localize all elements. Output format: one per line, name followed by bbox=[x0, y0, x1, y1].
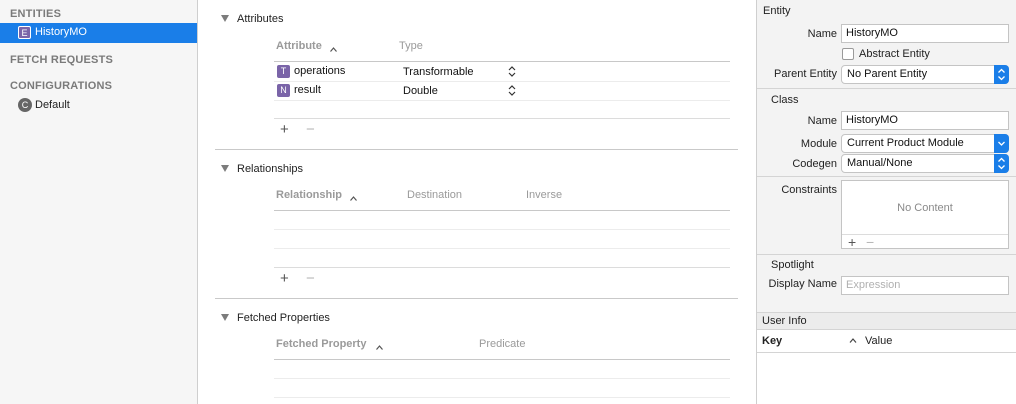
class-name-field[interactable]: HistoryMO bbox=[841, 111, 1009, 130]
disclosure-triangle-icon[interactable] bbox=[221, 15, 229, 22]
fetched-property-column-header[interactable]: Fetched Property bbox=[276, 338, 366, 350]
chevron-updown-icon bbox=[998, 68, 1005, 81]
entity-editor: Attributes Attribute Type T operations T… bbox=[199, 0, 755, 404]
module-label: Module bbox=[800, 138, 837, 150]
abstract-entity-label: Abstract Entity bbox=[859, 48, 930, 60]
table-row[interactable]: N result Double bbox=[274, 82, 730, 100]
inspector-divider bbox=[757, 88, 1016, 89]
section-divider bbox=[215, 298, 738, 299]
sort-ascending-icon bbox=[376, 345, 383, 350]
class-name-label: Name bbox=[807, 115, 837, 127]
row-divider bbox=[274, 248, 730, 249]
configurations-header: CONFIGURATIONS bbox=[10, 80, 113, 92]
entities-header: ENTITIES bbox=[10, 8, 62, 20]
sort-ascending-icon bbox=[330, 47, 337, 52]
disclosure-triangle-icon[interactable] bbox=[221, 314, 229, 321]
constraints-label: Constraints bbox=[781, 184, 837, 196]
chevron-updown-icon bbox=[998, 157, 1005, 170]
add-constraint-button[interactable]: + bbox=[848, 235, 856, 249]
data-model-inspector: Entity Name HistoryMO Abstract Entity Pa… bbox=[756, 0, 1016, 404]
destination-column-header[interactable]: Destination bbox=[407, 189, 462, 201]
module-value: Current Product Module bbox=[847, 137, 964, 149]
add-relationship-button[interactable]: + bbox=[280, 271, 289, 286]
sort-ascending-icon bbox=[350, 196, 357, 201]
display-name-label: Display Name bbox=[768, 278, 837, 290]
codegen-label: Codegen bbox=[792, 158, 837, 170]
inverse-column-header[interactable]: Inverse bbox=[526, 189, 562, 201]
type-column-header[interactable]: Type bbox=[399, 40, 423, 52]
configuration-label: Default bbox=[35, 99, 70, 111]
parent-entity-label: Parent Entity bbox=[774, 68, 837, 80]
predicate-column-header[interactable]: Predicate bbox=[479, 338, 525, 350]
attribute-name[interactable]: operations bbox=[294, 65, 345, 77]
constraints-empty-text: No Content bbox=[897, 202, 953, 214]
number-type-icon: N bbox=[277, 84, 290, 97]
sort-ascending-icon bbox=[849, 338, 857, 343]
spotlight-section-header: Spotlight bbox=[771, 259, 814, 271]
table-bottom-divider bbox=[274, 267, 730, 268]
row-divider bbox=[274, 100, 730, 101]
user-info-header-band: User Info bbox=[757, 312, 1016, 330]
attribute-type[interactable]: Double bbox=[403, 85, 438, 97]
table-row[interactable]: T operations Transformable bbox=[274, 62, 730, 81]
parent-entity-value: No Parent Entity bbox=[847, 68, 928, 80]
popup-arrow bbox=[994, 65, 1009, 84]
module-popup[interactable]: Current Product Module bbox=[841, 134, 1009, 153]
user-info-table[interactable]: Key Value bbox=[757, 330, 1016, 404]
popup-arrow bbox=[994, 154, 1009, 173]
inspector-divider bbox=[757, 176, 1016, 177]
relationship-column-header[interactable]: Relationship bbox=[276, 189, 342, 201]
row-divider bbox=[274, 397, 730, 398]
table-bottom-divider bbox=[274, 118, 730, 119]
key-column-header[interactable]: Key bbox=[762, 335, 782, 347]
attribute-column-header[interactable]: Attribute bbox=[276, 40, 322, 52]
row-divider bbox=[274, 229, 730, 230]
fetch-requests-header[interactable]: FETCH REQUESTS bbox=[10, 54, 113, 66]
section-divider bbox=[215, 149, 738, 150]
constraints-list[interactable]: No Content + − bbox=[841, 180, 1009, 249]
parent-entity-popup[interactable]: No Parent Entity bbox=[841, 65, 1009, 84]
disclosure-triangle-icon[interactable] bbox=[221, 165, 229, 172]
fetched-properties-title: Fetched Properties bbox=[237, 312, 330, 324]
display-name-field[interactable]: Expression bbox=[841, 276, 1009, 295]
inspector-divider bbox=[757, 254, 1016, 255]
entity-label: HistoryMO bbox=[35, 26, 87, 38]
chevron-updown-icon[interactable] bbox=[508, 66, 516, 77]
chevron-updown-icon[interactable] bbox=[508, 85, 516, 96]
entity-icon: E bbox=[18, 26, 31, 39]
table-header-divider bbox=[274, 210, 730, 211]
entity-name-field[interactable]: HistoryMO bbox=[841, 24, 1009, 43]
abstract-entity-checkbox[interactable] bbox=[842, 48, 854, 60]
entity-section-header: Entity bbox=[763, 5, 791, 17]
entity-name-label: Name bbox=[807, 28, 837, 40]
codegen-popup[interactable]: Manual/None bbox=[841, 154, 1009, 173]
codegen-value: Manual/None bbox=[847, 157, 913, 169]
transformable-type-icon: T bbox=[277, 65, 290, 78]
remove-relationship-button[interactable]: − bbox=[306, 271, 315, 286]
add-attribute-button[interactable]: + bbox=[280, 122, 289, 137]
sidebar-item-default[interactable]: C Default bbox=[0, 96, 197, 114]
sidebar-item-historymo[interactable]: E HistoryMO bbox=[0, 23, 197, 43]
attribute-name[interactable]: result bbox=[294, 84, 321, 96]
table-header-divider bbox=[274, 359, 730, 360]
attributes-title: Attributes bbox=[237, 13, 284, 25]
chevron-down-icon bbox=[998, 141, 1005, 146]
relationships-title: Relationships bbox=[237, 163, 304, 175]
row-divider bbox=[274, 378, 730, 379]
attribute-type[interactable]: Transformable bbox=[403, 66, 474, 78]
user-info-header-divider bbox=[757, 352, 1016, 353]
sidebar: ENTITIES E HistoryMO FETCH REQUESTS CONF… bbox=[0, 0, 198, 404]
configuration-icon: C bbox=[18, 98, 32, 112]
value-column-header[interactable]: Value bbox=[865, 335, 892, 347]
core-data-model-editor: ENTITIES E HistoryMO FETCH REQUESTS CONF… bbox=[0, 0, 1016, 404]
remove-constraint-button[interactable]: − bbox=[866, 235, 874, 249]
remove-attribute-button[interactable]: − bbox=[306, 122, 315, 137]
user-info-header: User Info bbox=[762, 315, 807, 327]
popup-arrow bbox=[994, 134, 1009, 153]
class-section-header: Class bbox=[771, 94, 799, 106]
